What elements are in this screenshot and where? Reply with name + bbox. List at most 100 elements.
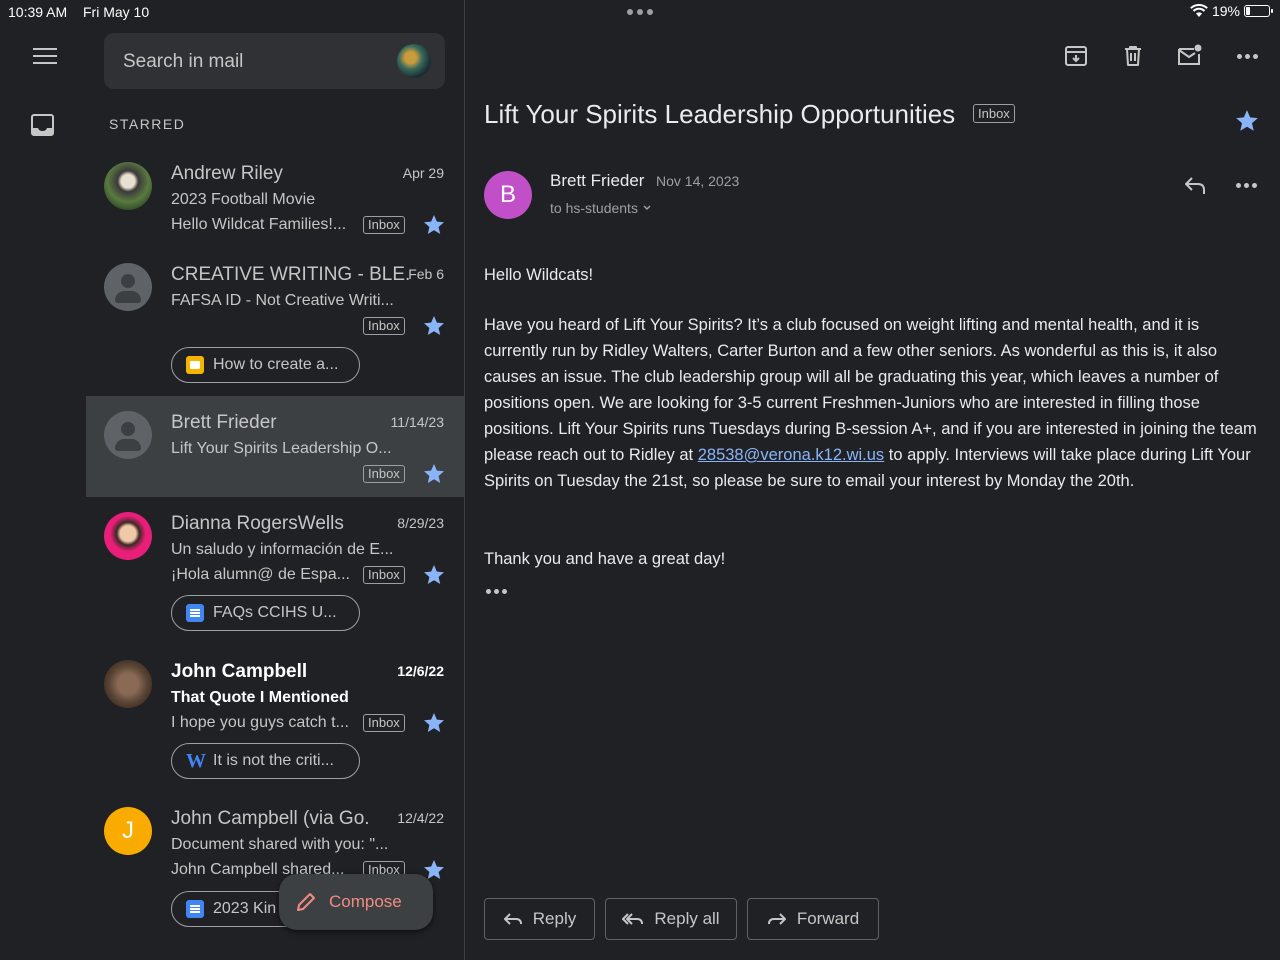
avatar bbox=[104, 660, 152, 708]
status-right: 19% bbox=[1190, 3, 1273, 19]
star-icon[interactable] bbox=[422, 314, 446, 338]
inbox-icon[interactable] bbox=[31, 114, 54, 136]
archive-icon[interactable] bbox=[1064, 44, 1088, 68]
avatar: J bbox=[104, 807, 152, 855]
mail-sender: John Campbell (via Go. bbox=[171, 808, 370, 829]
mail-date: 12/4/22 bbox=[397, 810, 444, 826]
mail-sender: John Campbell bbox=[171, 661, 308, 682]
avatar bbox=[104, 162, 152, 210]
inbox-label: Inbox bbox=[363, 465, 405, 483]
star-icon[interactable] bbox=[422, 462, 446, 486]
inbox-label: Inbox bbox=[363, 216, 405, 234]
inbox-label: Inbox bbox=[363, 714, 405, 732]
email-date: Nov 14, 2023 bbox=[656, 173, 740, 189]
mail-sender: Andrew Riley bbox=[171, 163, 283, 184]
attachment-chip[interactable]: How to create a... bbox=[171, 347, 360, 383]
email-closing: Thank you and have a great day! bbox=[484, 550, 726, 568]
mark-unread-icon[interactable] bbox=[1177, 44, 1203, 68]
chevron-down-icon bbox=[643, 205, 651, 211]
list-item-selected[interactable]: Brett Frieder 11/14/23 Lift Your Spirits… bbox=[86, 396, 464, 497]
multitasking-dots-icon[interactable] bbox=[627, 9, 653, 15]
attachment-name: How to create a... bbox=[213, 356, 339, 373]
search-input[interactable]: Search in mail bbox=[104, 33, 445, 89]
mail-date: 11/14/23 bbox=[390, 414, 444, 430]
reply-icon[interactable] bbox=[1183, 174, 1207, 196]
avatar bbox=[104, 263, 152, 311]
forward-icon bbox=[767, 913, 786, 925]
menu-icon[interactable] bbox=[33, 48, 57, 66]
mail-sender: Dianna RogersWells bbox=[171, 513, 344, 534]
star-icon[interactable] bbox=[422, 711, 446, 735]
pencil-icon bbox=[297, 893, 315, 911]
email-greeting: Hello Wildcats! bbox=[484, 266, 594, 284]
reply-label: Reply bbox=[532, 909, 577, 928]
word-file-icon: W bbox=[186, 750, 206, 772]
attachment-name: 2023 Kin bbox=[213, 900, 277, 917]
show-trimmed-content-icon[interactable] bbox=[486, 589, 507, 594]
list-item[interactable]: CREATIVE WRITING - BLE. Feb 6 FAFSA ID -… bbox=[86, 250, 464, 396]
battery-percent: 19% bbox=[1211, 3, 1240, 19]
mail-date: Apr 29 bbox=[402, 165, 444, 181]
inbox-label: Inbox bbox=[363, 317, 405, 335]
more-options-icon[interactable] bbox=[1236, 183, 1257, 188]
avatar bbox=[104, 512, 152, 560]
recipients-text: to hs-students bbox=[550, 200, 638, 216]
section-label: STARRED bbox=[109, 116, 186, 132]
reply-all-label: Reply all bbox=[654, 909, 720, 928]
compose-button[interactable]: Compose bbox=[279, 874, 433, 930]
email-body-paragraph: Have you heard of Lift Your Spirits? It’… bbox=[484, 312, 1264, 494]
mail-date: Feb 6 bbox=[408, 266, 444, 282]
mail-sender: CREATIVE WRITING - BLE. bbox=[171, 264, 411, 285]
reply-all-button[interactable]: Reply all bbox=[605, 898, 737, 940]
mail-subject: Document shared with you: "... bbox=[171, 836, 389, 853]
more-options-icon[interactable] bbox=[1237, 44, 1261, 68]
forward-label: Forward bbox=[796, 909, 860, 928]
mail-subject: 2023 Football Movie bbox=[171, 191, 316, 208]
attachment-chip[interactable]: FAQs CCIHS U... bbox=[171, 595, 360, 631]
trash-icon[interactable] bbox=[1121, 44, 1145, 68]
mail-sender: Brett Frieder bbox=[171, 412, 277, 433]
email-link[interactable]: 28538@verona.k12.wi.us bbox=[698, 446, 884, 464]
battery-icon bbox=[1244, 5, 1273, 17]
list-item[interactable]: Andrew Riley Apr 29 2023 Football Movie … bbox=[86, 150, 464, 250]
mail-subject: Lift Your Spirits Leadership O... bbox=[171, 440, 392, 457]
pane-divider bbox=[464, 0, 465, 960]
search-placeholder: Search in mail bbox=[123, 51, 244, 72]
recipients-toggle[interactable]: to hs-students bbox=[550, 200, 652, 216]
sender-avatar[interactable]: B bbox=[484, 171, 532, 219]
avatar bbox=[104, 411, 152, 459]
mail-date: 8/29/23 bbox=[397, 515, 444, 531]
mail-snippet: Hello Wildcat Families!... bbox=[171, 216, 347, 233]
mail-snippet: ¡Hola alumn@ de Espa... bbox=[171, 566, 350, 583]
account-avatar[interactable] bbox=[397, 44, 431, 78]
wifi-icon bbox=[1190, 4, 1208, 17]
mail-subject: That Quote I Mentioned bbox=[171, 689, 349, 706]
attachment-name: FAQs CCIHS U... bbox=[213, 604, 337, 621]
inbox-label[interactable]: Inbox bbox=[973, 104, 1015, 123]
mail-snippet: I hope you guys catch t... bbox=[171, 714, 349, 731]
reply-all-icon bbox=[622, 913, 644, 925]
mail-subject: FAFSA ID - Not Creative Writi... bbox=[171, 292, 394, 309]
inbox-label: Inbox bbox=[363, 566, 405, 584]
avatar-letter: J bbox=[122, 817, 134, 844]
list-item[interactable]: Dianna RogersWells 8/29/23 Un saludo y i… bbox=[86, 497, 464, 645]
list-item[interactable]: John Campbell 12/6/22 That Quote I Menti… bbox=[86, 645, 464, 793]
mail-subject: Un saludo y información de E... bbox=[171, 541, 394, 558]
attachment-name: It is not the criti... bbox=[213, 752, 334, 769]
star-icon[interactable] bbox=[422, 213, 446, 237]
docs-file-icon bbox=[186, 900, 204, 918]
sender-name: Brett Frieder bbox=[550, 171, 645, 190]
reply-button[interactable]: Reply bbox=[484, 898, 595, 940]
docs-file-icon bbox=[186, 604, 204, 622]
reply-icon bbox=[503, 913, 522, 925]
attachment-chip[interactable]: W It is not the criti... bbox=[171, 743, 360, 779]
slides-file-icon bbox=[186, 356, 204, 374]
status-date: Fri May 10 bbox=[83, 4, 150, 20]
forward-button[interactable]: Forward bbox=[747, 898, 879, 940]
star-icon[interactable] bbox=[1234, 108, 1260, 134]
compose-label: Compose bbox=[329, 892, 402, 911]
star-icon[interactable] bbox=[422, 563, 446, 587]
mail-date: 12/6/22 bbox=[397, 663, 444, 679]
email-subject-title: Lift Your Spirits Leadership Opportuniti… bbox=[484, 99, 956, 129]
body-text-part: Have you heard of Lift Your Spirits? It’… bbox=[484, 316, 1257, 464]
